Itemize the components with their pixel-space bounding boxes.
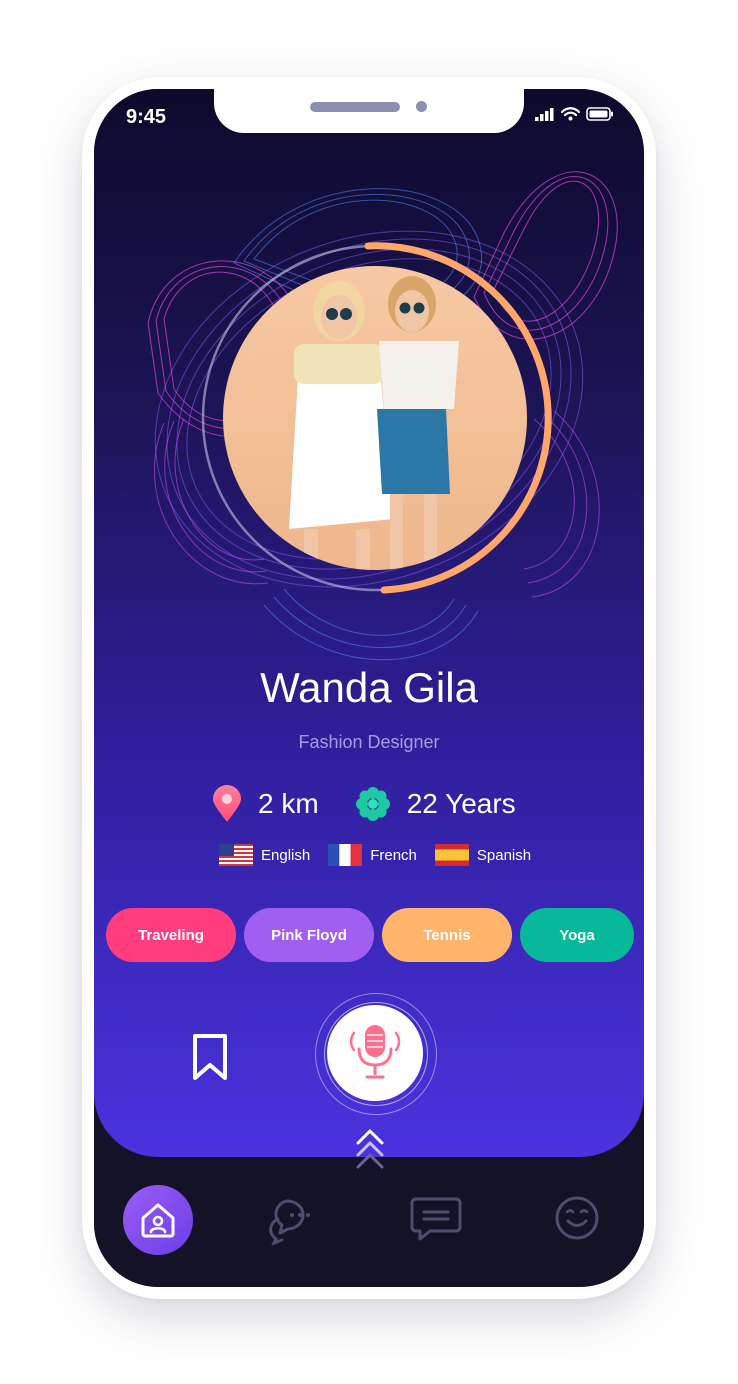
language-label: English: [261, 846, 311, 864]
tab-home[interactable]: [123, 1185, 193, 1255]
interest-tags: Traveling Pink Floyd Tennis Yoga: [106, 908, 634, 962]
screen: 9:45 Wanda Gila Fashion Designer 2 km 22…: [94, 89, 644, 1287]
tab-bar: [94, 1175, 644, 1287]
tag-pink-floyd[interactable]: Pink Floyd: [244, 908, 374, 962]
message-icon[interactable]: [410, 1195, 462, 1243]
language-spanish: Spanish: [434, 844, 532, 866]
battery-icon: [586, 107, 613, 121]
signal-icon: [535, 107, 554, 121]
chat-bubbles-icon[interactable]: [268, 1195, 320, 1245]
spain-flag-icon: [434, 844, 469, 866]
distance-stat: 2 km: [212, 785, 319, 823]
speaker: [310, 102, 400, 112]
smiley-icon[interactable]: [554, 1195, 600, 1241]
profile-occupation: Fashion Designer: [298, 732, 440, 752]
microphone-icon: [349, 1025, 401, 1079]
language-english: English: [219, 844, 310, 866]
age-value: 22 Years: [406, 788, 516, 819]
wifi-icon: [561, 107, 580, 121]
distance-value: 2 km: [258, 788, 319, 819]
bookmark-icon[interactable]: [192, 1033, 228, 1081]
profile-card: 9:45 Wanda Gila Fashion Designer 2 km 22…: [94, 89, 644, 1157]
phone-frame: 9:45 Wanda Gila Fashion Designer 2 km 22…: [82, 77, 656, 1299]
france-flag-icon: [328, 844, 363, 866]
profile-stats: 2 km 22 Years: [212, 785, 516, 823]
profile-photo[interactable]: [94, 89, 644, 689]
profile-name: Wanda Gila: [260, 664, 478, 711]
home-user-icon: [141, 1203, 175, 1238]
tag-tennis[interactable]: Tennis: [382, 908, 512, 962]
status-icons: [535, 107, 614, 121]
status-time: 9:45: [126, 106, 167, 128]
tag-traveling[interactable]: Traveling: [106, 908, 236, 962]
us-flag-icon: [219, 844, 253, 866]
language-french: French: [328, 844, 417, 866]
location-pin-icon: [213, 785, 241, 822]
double-chevron-up-icon[interactable]: [355, 1127, 385, 1173]
language-list: English French Spanish: [219, 844, 531, 866]
language-label: French: [370, 846, 417, 864]
front-camera: [416, 101, 427, 112]
age-stat: 22 Years: [355, 786, 516, 822]
tag-yoga[interactable]: Yoga: [520, 908, 634, 962]
notch: [214, 89, 524, 133]
flower-icon: [355, 787, 390, 821]
voice-button[interactable]: [327, 1005, 423, 1101]
language-label: Spanish: [476, 846, 532, 864]
